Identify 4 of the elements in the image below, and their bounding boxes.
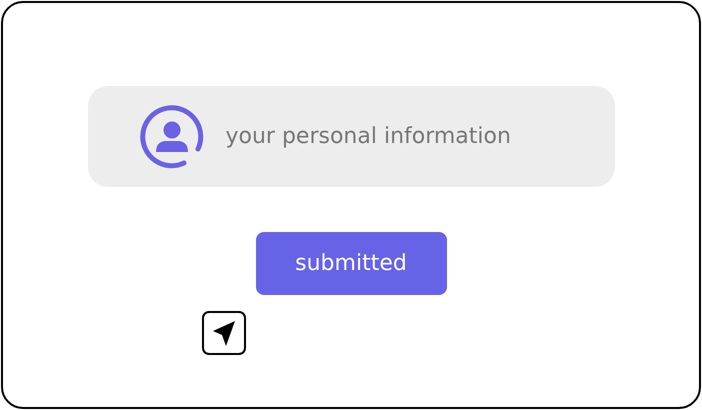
- cursor-icon: [202, 311, 246, 355]
- submitted-button[interactable]: submitted: [256, 232, 446, 295]
- personal-info-label: your personal information: [226, 124, 511, 149]
- user-avatar-icon: [140, 104, 204, 168]
